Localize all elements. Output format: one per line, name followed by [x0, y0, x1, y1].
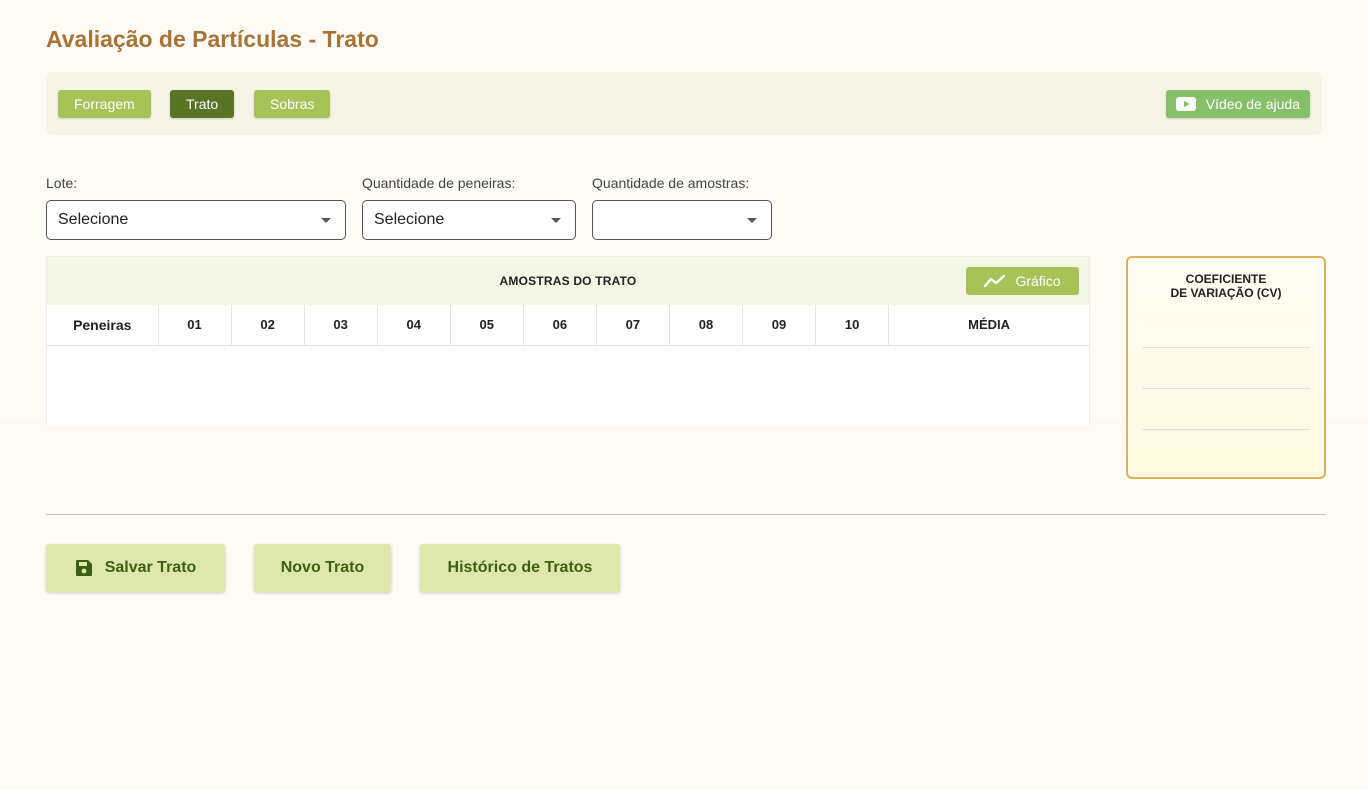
peneiras-label: Quantidade de peneiras: — [362, 175, 516, 191]
lote-select-value: Selecione — [58, 211, 129, 228]
chevron-down-icon — [747, 218, 757, 223]
samples-title: AMOSTRAS DO TRATO — [499, 274, 637, 288]
lote-label: Lote: — [46, 175, 78, 191]
col-06: 06 — [523, 305, 597, 346]
cv-title: COEFICIENTE DE VARIAÇÃO (CV) — [1128, 272, 1324, 300]
chart-button[interactable]: Gráfico — [966, 267, 1079, 295]
tabs-bar: Forragem Trato Sobras Vídeo de ajuda — [46, 72, 1322, 135]
col-05: 05 — [450, 305, 524, 346]
new-trato-button[interactable]: Novo Trato — [254, 544, 391, 592]
col-09: 09 — [742, 305, 817, 346]
peneiras-select[interactable]: Selecione — [362, 200, 576, 240]
table-header-row: Peneiras 01 02 03 04 05 06 07 08 09 10 M… — [47, 305, 1089, 346]
col-10: 10 — [815, 305, 890, 346]
chevron-down-icon — [321, 218, 331, 223]
cv-row-divider — [1142, 388, 1310, 389]
cv-row-divider — [1142, 347, 1310, 348]
tab-forragem[interactable]: Forragem — [58, 90, 151, 118]
samples-table: Peneiras 01 02 03 04 05 06 07 08 09 10 M… — [47, 305, 1089, 346]
cv-panel: COEFICIENTE DE VARIAÇÃO (CV) — [1126, 256, 1326, 479]
peneiras-select-value: Selecione — [374, 211, 445, 228]
youtube-play-icon — [1175, 97, 1196, 111]
samples-header: AMOSTRAS DO TRATO Gráfico — [47, 257, 1089, 305]
col-04: 04 — [377, 305, 451, 346]
section-divider — [46, 514, 1326, 515]
tab-sobras[interactable]: Sobras — [254, 90, 331, 118]
help-video-button[interactable]: Vídeo de ajuda — [1165, 90, 1310, 118]
samples-panel: AMOSTRAS DO TRATO Gráfico Peneiras 01 02… — [46, 256, 1090, 426]
col-07: 07 — [596, 305, 670, 346]
amostras-select[interactable] — [592, 200, 772, 240]
cv-row-divider — [1142, 429, 1310, 430]
col-media: MÉDIA — [888, 305, 1089, 346]
col-peneiras: Peneiras — [47, 305, 159, 346]
help-video-label: Vídeo de ajuda — [1205, 96, 1300, 112]
save-trato-button[interactable]: Salvar Trato — [46, 544, 225, 592]
history-tratos-button[interactable]: Histórico de Tratos — [420, 544, 620, 592]
floppy-disk-icon — [75, 560, 92, 576]
col-02: 02 — [231, 305, 305, 346]
cv-title-line2: DE VARIAÇÃO (CV) — [1170, 286, 1282, 300]
col-03: 03 — [304, 305, 378, 346]
amostras-label: Quantidade de amostras: — [592, 175, 750, 191]
tab-trato[interactable]: Trato — [170, 90, 235, 118]
page-title: Avaliação de Partículas - Trato — [46, 26, 379, 52]
lote-select[interactable]: Selecione — [46, 200, 346, 240]
chart-button-label: Gráfico — [1015, 273, 1061, 289]
col-01: 01 — [158, 305, 232, 346]
chevron-down-icon — [551, 218, 561, 223]
col-08: 08 — [669, 305, 744, 346]
save-trato-label: Salvar Trato — [104, 559, 197, 576]
cv-title-line1: COEFICIENTE — [1185, 272, 1267, 286]
line-chart-icon — [984, 274, 1006, 288]
